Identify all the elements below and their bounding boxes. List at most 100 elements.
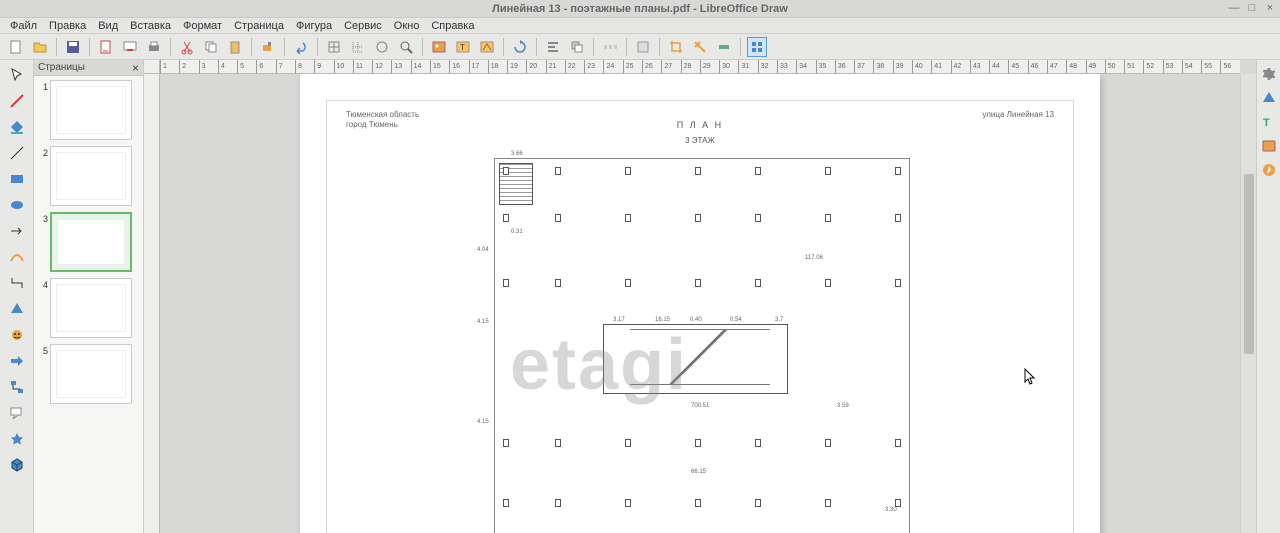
ruler-tick: 14 (411, 60, 430, 74)
export-pdf-button[interactable] (96, 37, 116, 57)
shadow-button[interactable] (633, 37, 653, 57)
ruler-tick: 26 (642, 60, 661, 74)
maximize-button[interactable]: □ (1246, 2, 1258, 14)
distribute-button[interactable] (600, 37, 620, 57)
stars-tool[interactable] (3, 428, 31, 450)
menu-shape[interactable]: Фигура (290, 19, 338, 33)
arrange-button[interactable] (567, 37, 587, 57)
page-thumb-4[interactable] (50, 278, 132, 338)
symbol-shapes-tool[interactable] (3, 324, 31, 346)
pages-panel-close-button[interactable]: × (132, 61, 139, 75)
toggle-extrusion-button[interactable] (747, 37, 767, 57)
undo-button[interactable] (291, 37, 311, 57)
page-thumb-3-wrap: 3 (38, 212, 139, 272)
fp-column (625, 167, 631, 175)
ruler-tick: 18 (488, 60, 507, 74)
page-thumb-2[interactable] (50, 146, 132, 206)
insert-image-button[interactable] (429, 37, 449, 57)
menu-format[interactable]: Формат (177, 19, 228, 33)
page-thumb-3[interactable] (50, 212, 132, 272)
ruler-tick: 28 (681, 60, 700, 74)
properties-deck-button[interactable] (1259, 64, 1279, 84)
scrollbar-thumb[interactable] (1244, 174, 1254, 354)
ellipse-tool[interactable] (3, 194, 31, 216)
canvas-viewport[interactable]: Тюменская область город Тюмень улица Лин… (160, 74, 1240, 533)
helplines-button[interactable] (372, 37, 392, 57)
menu-page[interactable]: Страница (228, 19, 290, 33)
fp-column (695, 279, 701, 287)
grid-button[interactable] (324, 37, 344, 57)
horizontal-ruler[interactable]: 1234567891011121314151617181920212223242… (160, 60, 1240, 74)
doc-title: П Л А Н (300, 120, 1100, 130)
connector-tool[interactable] (3, 272, 31, 294)
page-thumb-1[interactable] (50, 80, 132, 140)
basic-shapes-tool[interactable] (3, 298, 31, 320)
rotate-button[interactable] (510, 37, 530, 57)
save-button[interactable] (63, 37, 83, 57)
snap-button[interactable] (348, 37, 368, 57)
vertical-scrollbar[interactable] (1240, 74, 1256, 533)
menu-file[interactable]: Файл (4, 19, 43, 33)
zoom-button[interactable] (396, 37, 416, 57)
curve-tool[interactable] (3, 246, 31, 268)
fp-column (695, 167, 701, 175)
navigator-deck-button[interactable] (1259, 160, 1279, 180)
menu-tools[interactable]: Сервис (338, 19, 388, 33)
line-tool[interactable] (3, 142, 31, 164)
gluepoints-button[interactable] (714, 37, 734, 57)
crop-button[interactable] (666, 37, 686, 57)
ruler-tick: 23 (584, 60, 603, 74)
shapes-deck-button[interactable] (1259, 88, 1279, 108)
print-button[interactable] (144, 37, 164, 57)
line-color-tool[interactable] (3, 90, 31, 112)
svg-text:T: T (460, 43, 465, 52)
new-document-button[interactable] (6, 37, 26, 57)
fp-column (825, 214, 831, 222)
open-document-button[interactable] (30, 37, 50, 57)
insert-textbox-button[interactable]: T (453, 37, 473, 57)
ruler-tick: 44 (989, 60, 1008, 74)
arrow-tool[interactable] (3, 220, 31, 242)
ruler-tick: 46 (1028, 60, 1047, 74)
flowchart-tool[interactable] (3, 376, 31, 398)
paste-button[interactable] (225, 37, 245, 57)
drawing-page[interactable]: Тюменская область город Тюмень улица Лин… (300, 74, 1100, 533)
select-tool[interactable] (3, 64, 31, 86)
fill-color-tool[interactable] (3, 116, 31, 138)
minimize-button[interactable]: — (1228, 2, 1240, 14)
copy-button[interactable] (201, 37, 221, 57)
page-thumb-1-wrap: 1 (38, 80, 139, 140)
page-thumb-5[interactable] (50, 344, 132, 404)
clone-format-button[interactable] (258, 37, 278, 57)
styles-deck-button[interactable]: T (1259, 112, 1279, 132)
fp-column (755, 214, 761, 222)
gallery-deck-button[interactable] (1259, 136, 1279, 156)
toolbar-separator (659, 38, 660, 56)
fp-dim-label: 3.59 (837, 403, 849, 409)
ruler-tick: 9 (314, 60, 333, 74)
rectangle-tool[interactable] (3, 168, 31, 190)
export-direct-button[interactable] (120, 37, 140, 57)
cut-button[interactable] (177, 37, 197, 57)
ruler-tick: 3 (199, 60, 218, 74)
ruler-tick: 56 (1220, 60, 1239, 74)
align-button[interactable] (543, 37, 563, 57)
3d-objects-tool[interactable] (3, 454, 31, 476)
pages-panel: Страницы × 1 2 3 4 5 (34, 60, 144, 533)
menu-edit[interactable]: Правка (43, 19, 92, 33)
filter-button[interactable] (690, 37, 710, 57)
ruler-tick: 21 (546, 60, 565, 74)
ruler-tick: 5 (237, 60, 256, 74)
svg-text:T: T (1263, 117, 1270, 129)
callouts-tool[interactable] (3, 402, 31, 424)
menu-view[interactable]: Вид (92, 19, 124, 33)
ruler-tick: 32 (758, 60, 777, 74)
fp-column (695, 214, 701, 222)
insert-fontwork-button[interactable] (477, 37, 497, 57)
menu-window[interactable]: Окно (388, 19, 426, 33)
close-button[interactable]: × (1264, 2, 1276, 14)
menu-insert[interactable]: Вставка (124, 19, 177, 33)
block-arrows-tool[interactable] (3, 350, 31, 372)
menu-help[interactable]: Справка (425, 19, 480, 33)
vertical-ruler[interactable] (144, 74, 160, 533)
